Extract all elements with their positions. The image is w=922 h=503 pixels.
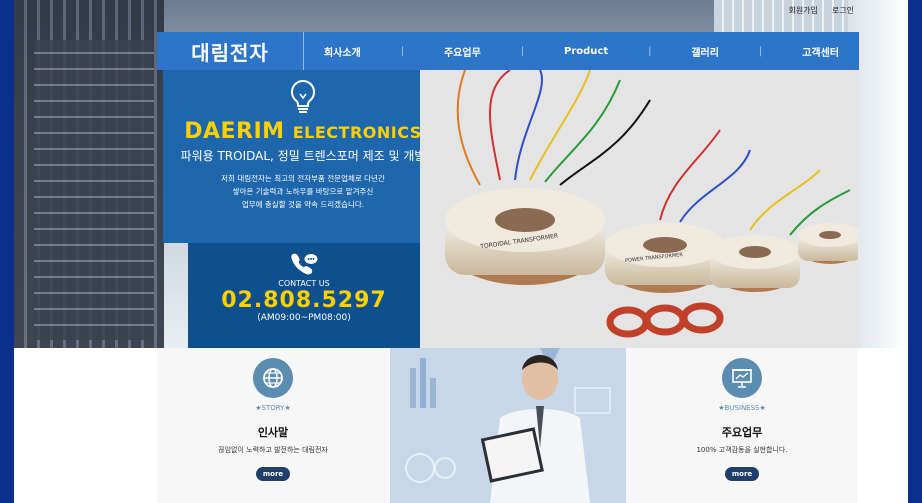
- presentation-icon-circle: [722, 358, 762, 398]
- nav-item-gallery[interactable]: 갤러리: [691, 44, 719, 59]
- nav-divider: |: [520, 45, 525, 57]
- story-tag: ★STORY★: [255, 404, 291, 412]
- brand-sub: ELECTRONICS: [292, 123, 422, 142]
- business-card: ★BUSINESS★ 주요업무 100% 고객감동을 실현합니다. more: [626, 348, 858, 503]
- main-nav: 대림전자 회사소개 | 주요업무 | Product | 갤러리 | 고객센터: [157, 32, 859, 70]
- brand-title: DAERIM ELECTRONICS: [163, 119, 443, 144]
- brand-main: DAERIM: [184, 119, 285, 144]
- site-logo[interactable]: 대림전자: [157, 32, 304, 70]
- businessman-illustration: [390, 348, 626, 503]
- business-title: 주요업무: [721, 426, 763, 439]
- hero-subtitle: 파워용 TROIDAL, 정밀 트렌스포머 제조 및 개발: [180, 149, 426, 163]
- login-link[interactable]: 로그인: [832, 5, 854, 16]
- building-left-windows: [34, 40, 154, 340]
- globe-icon-circle: [253, 358, 293, 398]
- top-links: 회원가입 로그인: [788, 5, 854, 16]
- story-title: 인사말: [257, 426, 289, 439]
- business-more-button[interactable]: more: [725, 467, 759, 481]
- desc-line: 업무에 충실할 것을 약속 드리겠습니다.: [241, 200, 365, 209]
- phone-chat-icon: [291, 253, 318, 275]
- story-more-button[interactable]: more: [256, 467, 290, 481]
- join-link[interactable]: 회원가입: [788, 5, 817, 16]
- intro-panel: DAERIM ELECTRONICS 파워용 TROIDAL, 정밀 트렌스포머…: [163, 70, 443, 243]
- phone-number[interactable]: 02.808.5297: [188, 288, 420, 313]
- presentation-chart-icon: [732, 369, 752, 388]
- business-tag: ★BUSINESS★: [718, 404, 766, 412]
- nav-menu: 회사소개 | 주요업무 | Product | 갤러리 | 고객센터: [304, 44, 859, 59]
- contact-label: CONTACT US: [278, 279, 330, 288]
- contact-panel: CONTACT US 02.808.5297 (AM09:00~PM08:00): [188, 243, 420, 348]
- desc-line: 쌓아온 기술력과 노하우를 바탕으로 맡겨주신: [232, 187, 374, 196]
- desc-line: 저희 대림전자는 최고의 전자부품 전문업체로 다년간: [221, 174, 385, 183]
- nav-divider: |: [648, 45, 652, 57]
- hero-description: 저희 대림전자는 최고의 전자부품 전문업체로 다년간 쌓아온 기술력과 노하우…: [163, 172, 443, 211]
- transformer-illustration: [420, 70, 858, 348]
- lightbulb-icon: [291, 79, 315, 113]
- nav-item-business[interactable]: 주요업무: [444, 44, 481, 59]
- story-desc: 끊임없이 노력하고 발전하는 대림전자: [218, 446, 328, 454]
- nav-item-product[interactable]: Product: [564, 46, 608, 57]
- business-hours: (AM09:00~PM08:00): [257, 313, 351, 323]
- nav-divider: |: [400, 45, 405, 57]
- globe-icon: [263, 368, 283, 388]
- business-desc: 100% 고객감동을 실현합니다.: [696, 446, 788, 454]
- business-photo: [390, 348, 626, 503]
- nav-divider: |: [758, 45, 763, 57]
- nav-item-company[interactable]: 회사소개: [324, 44, 361, 59]
- transformer-photo: TOROIDAL TRANSFORMER POWER TRANSFORMER: [420, 70, 858, 348]
- nav-item-support[interactable]: 고객센터: [802, 44, 839, 59]
- story-card: ★STORY★ 인사말 끊임없이 노력하고 발전하는 대림전자 more: [157, 348, 389, 503]
